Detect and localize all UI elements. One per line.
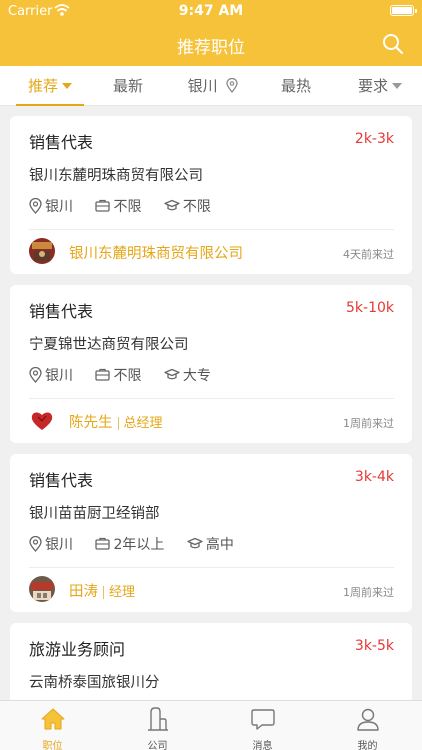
home-icon <box>41 708 65 730</box>
job-meta: 银川 不限 不限 <box>29 196 229 216</box>
briefcase-icon <box>95 368 111 381</box>
experience-text: 不限 <box>113 199 142 215</box>
last-visited: 1周前来过 <box>343 417 394 430</box>
job-title: 旅游业务顾问 <box>29 640 126 659</box>
tabbar-item-mine[interactable]: 我的 <box>315 701 420 750</box>
job-card[interactable]: 销售代表 5k-10k 宁夏锦世达商贸有限公司 银川 不限 大专 陈先生 总经理 … <box>10 285 412 443</box>
location-pin-icon <box>226 77 239 93</box>
job-title: 销售代表 <box>29 302 94 321</box>
tabbar-label: 公司 <box>147 741 168 750</box>
divider <box>29 229 394 230</box>
chat-bubble-icon <box>251 709 275 730</box>
avatar[interactable] <box>29 407 55 433</box>
location-text: 银川 <box>45 199 73 215</box>
tabbar-label: 职位 <box>42 741 63 750</box>
recruiter-info: 陈先生 总经理 <box>69 411 163 432</box>
company-name: 银川东麓明珠商贸有限公司 <box>29 168 203 184</box>
briefcase-icon <box>95 199 111 212</box>
location-pin-icon <box>29 366 42 383</box>
location-item: 银川 <box>29 365 73 385</box>
job-card[interactable]: 销售代表 3k-4k 银川苗苗厨卫经销部 银川 2年以上 高中 田涛 经理 1周前… <box>10 454 412 612</box>
experience-item: 2年以上 <box>95 534 164 554</box>
tab-requirements-label: 要求 <box>357 77 388 95</box>
search-icon[interactable] <box>380 31 406 57</box>
job-meta: 银川 2年以上 高中 <box>29 534 252 554</box>
tabbar-label: 消息 <box>252 741 273 750</box>
education-text: 高中 <box>205 537 234 553</box>
building-icon <box>148 707 168 731</box>
chevron-down-icon <box>392 82 402 89</box>
experience-text: 不限 <box>113 368 142 384</box>
active-tab-indicator <box>16 104 84 106</box>
nav-bar: 推荐职位 <box>0 22 422 66</box>
tab-newest[interactable]: 最新 <box>98 66 158 106</box>
recruiter-info: 田涛 经理 <box>69 580 135 601</box>
location-pin-icon <box>29 535 42 552</box>
salary: 3k-5k <box>354 638 394 654</box>
tabbar-item-company[interactable]: 公司 <box>105 701 210 750</box>
last-visited: 4天前来过 <box>343 248 394 261</box>
education-item: 高中 <box>187 534 234 554</box>
location-item: 银川 <box>29 534 73 554</box>
tab-recommend[interactable]: 推荐 <box>12 66 88 106</box>
last-visited: 1周前来过 <box>343 586 394 599</box>
job-meta: 银川 不限 大专 <box>29 365 229 385</box>
separator <box>103 585 104 599</box>
filter-tabs: 推荐 最新 银川 最热 要求 <box>0 66 422 106</box>
person-icon <box>357 708 379 731</box>
status-time: 9:47 AM <box>178 3 244 19</box>
avatar[interactable] <box>29 238 55 264</box>
job-title: 销售代表 <box>29 133 94 152</box>
tabbar-item-jobs[interactable]: 职位 <box>0 701 105 750</box>
graduation-cap-icon <box>187 537 203 549</box>
job-card[interactable]: 销售代表 2k-3k 银川东麓明珠商贸有限公司 银川 不限 不限 银川东麓明珠商… <box>10 116 412 274</box>
chevron-down-icon <box>62 82 72 89</box>
location-text: 银川 <box>45 537 73 553</box>
education-text: 大专 <box>182 368 211 384</box>
divider <box>29 398 394 399</box>
salary: 2k-3k <box>354 131 394 147</box>
education-item: 大专 <box>164 365 211 385</box>
salary: 3k-4k <box>354 469 394 485</box>
recruiter-name: 银川东麓明珠商贸有限公司 <box>69 246 243 262</box>
tab-requirements[interactable]: 要求 <box>344 66 416 106</box>
tabbar-label: 我的 <box>357 741 378 750</box>
company-name: 宁夏锦世达商贸有限公司 <box>29 337 189 353</box>
tab-city-label: 银川 <box>187 77 218 95</box>
recruiter-info: 银川东麓明珠商贸有限公司 <box>69 242 243 263</box>
tab-recommend-label: 推荐 <box>27 77 58 95</box>
education-text: 不限 <box>182 199 211 215</box>
location-text: 银川 <box>45 368 73 384</box>
status-bar: Carrier 9:47 AM <box>0 0 422 22</box>
job-title: 销售代表 <box>29 471 94 490</box>
divider <box>29 567 394 568</box>
recruiter-role: 总经理 <box>123 416 163 431</box>
location-item: 银川 <box>29 196 73 216</box>
recruiter-name: 田涛 <box>69 584 98 600</box>
education-item: 不限 <box>164 196 211 216</box>
avatar[interactable] <box>29 576 55 602</box>
company-name: 云南桥泰国旅银川分 <box>29 675 160 691</box>
separator <box>117 416 119 430</box>
battery-icon <box>390 5 417 16</box>
location-pin-icon <box>29 197 42 214</box>
experience-text: 2年以上 <box>113 537 165 553</box>
recruiter-name: 陈先生 <box>69 415 113 431</box>
tab-city[interactable]: 银川 <box>178 66 248 106</box>
recruiter-role: 经理 <box>109 585 136 600</box>
salary: 5k-10k <box>346 300 394 316</box>
briefcase-icon <box>95 537 111 550</box>
tab-newest-label: 最新 <box>112 77 143 95</box>
experience-item: 不限 <box>95 196 141 216</box>
graduation-cap-icon <box>164 368 180 380</box>
bottom-tab-bar: 职位 公司 消息 我的 <box>0 700 422 750</box>
page-title: 推荐职位 <box>177 38 245 58</box>
company-name: 银川苗苗厨卫经销部 <box>29 506 160 522</box>
tab-hottest-label: 最热 <box>280 77 311 95</box>
experience-item: 不限 <box>95 365 141 385</box>
tabbar-item-messages[interactable]: 消息 <box>210 701 315 750</box>
tab-hottest[interactable]: 最热 <box>266 66 326 106</box>
graduation-cap-icon <box>164 199 180 211</box>
